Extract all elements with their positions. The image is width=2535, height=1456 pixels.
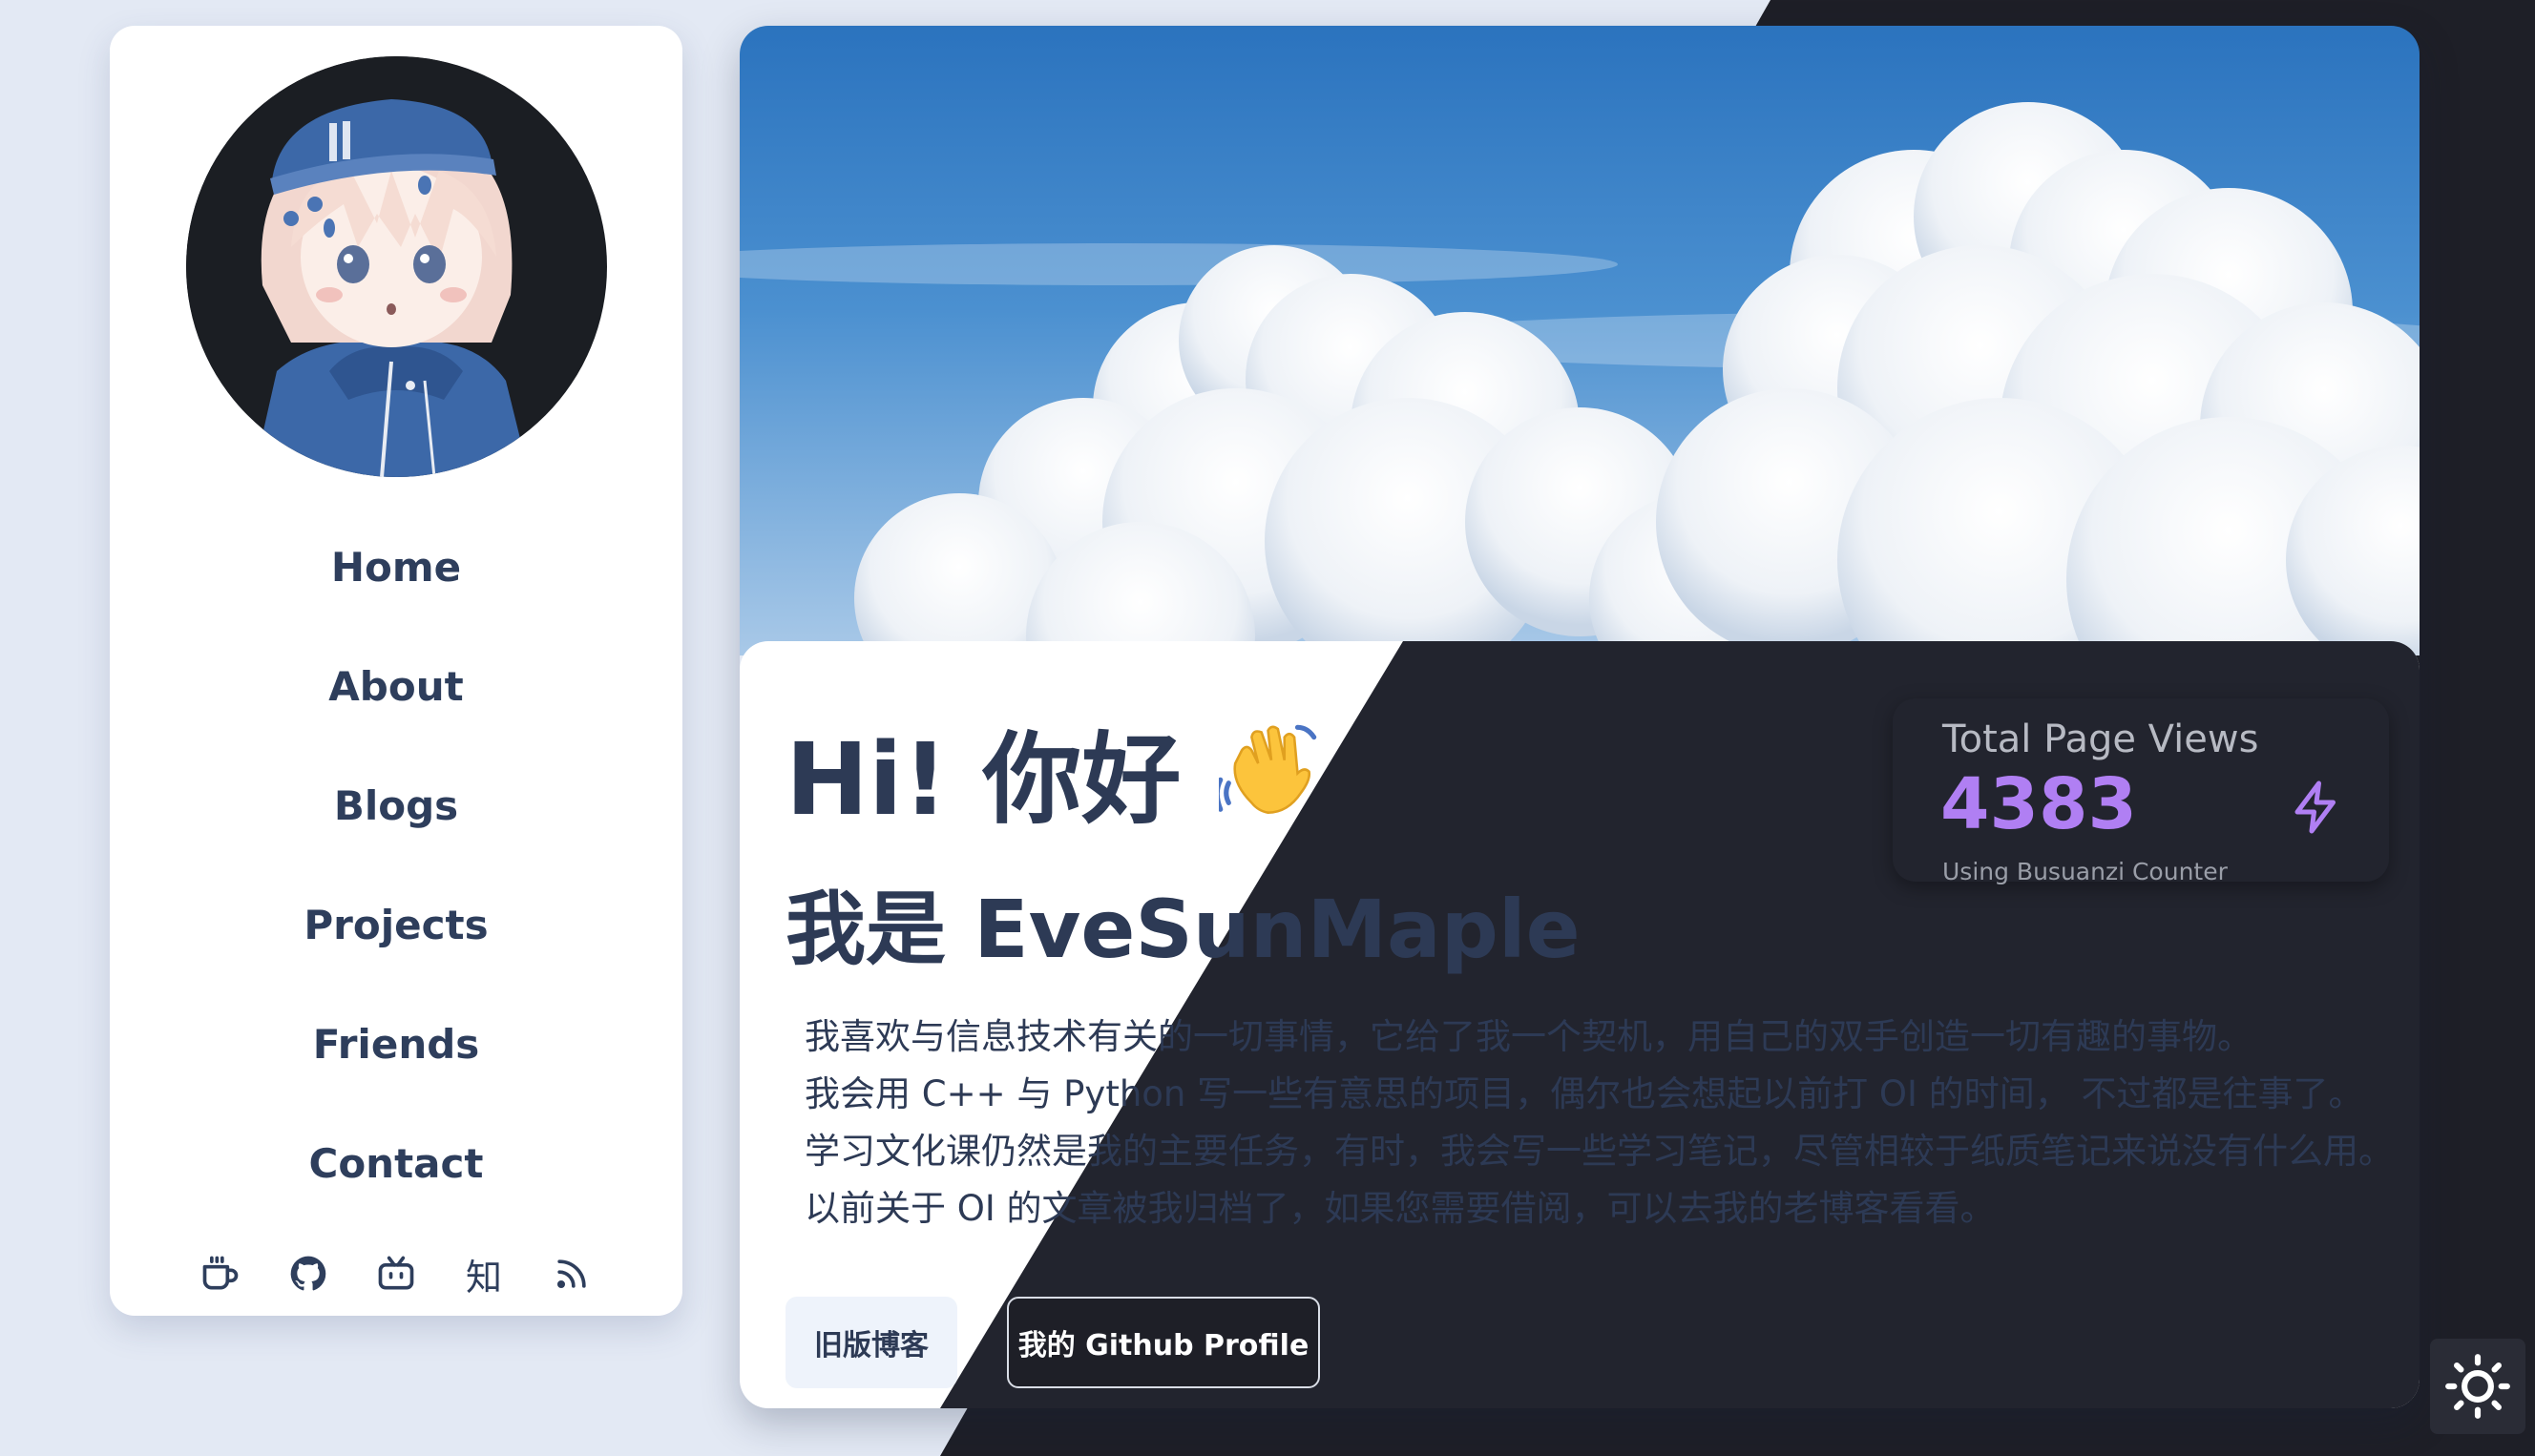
coffee-icon[interactable]: [199, 1252, 242, 1296]
zhihu-icon[interactable]: 知: [462, 1252, 506, 1299]
old-blog-button[interactable]: 旧版博客: [786, 1297, 957, 1388]
page-views-card: Total Page Views 4383 Using Busuanzi Cou…: [1893, 698, 2389, 885]
sidebar: Home About Blogs Projects Friends Contac…: [110, 26, 682, 1316]
hero-card: Hi! 你好 我是 EveSunMaple 我喜欢与信息技术有关的一切事情，它给…: [740, 26, 2420, 1408]
theme-toggle-button[interactable]: [2430, 1339, 2525, 1434]
nav-home[interactable]: Home: [110, 508, 682, 627]
nav-contact[interactable]: Contact: [110, 1104, 682, 1223]
lightning-bolt-icon: [2294, 780, 2336, 834]
bilibili-icon[interactable]: [374, 1252, 418, 1296]
rss-icon[interactable]: [550, 1252, 594, 1296]
stats-title: Total Page Views: [1942, 718, 2259, 761]
nav-friends[interactable]: Friends: [110, 985, 682, 1104]
bio-line: 学习文化课仍然是我的主要任务，有时，我会写一些学习笔记，尽管相较于纸质笔记来说没…: [805, 1131, 2394, 1172]
social-links: 知: [110, 1242, 682, 1305]
greeting-heading: Hi! 你好: [786, 708, 1324, 838]
bio-text: 我喜欢与信息技术有关的一切事情，它给了我一个契机，用自己的双手创造一切有趣的事物…: [805, 1009, 2394, 1238]
main-nav: Home About Blogs Projects Friends Contac…: [110, 508, 682, 1223]
github-icon[interactable]: [286, 1252, 330, 1296]
nav-blogs[interactable]: Blogs: [110, 746, 682, 865]
greeting-text: Hi! 你好: [786, 720, 1182, 838]
bio-line: 我喜欢与信息技术有关的一切事情，它给了我一个契机，用自己的双手创造一切有趣的事物…: [805, 1016, 2252, 1057]
sky-clouds-banner: [740, 26, 2420, 655]
nav-about[interactable]: About: [110, 627, 682, 746]
avatar[interactable]: [186, 56, 607, 477]
waving-hand-icon: [1219, 724, 1317, 814]
sun-icon: [2445, 1354, 2510, 1419]
nav-projects[interactable]: Projects: [110, 865, 682, 985]
github-profile-button[interactable]: 我的 Github Profile: [1007, 1297, 1320, 1388]
bio-line: 我会用 C++ 与 Python 写一些有意思的项目，偶尔也会想起以前打 OI …: [805, 1073, 2364, 1114]
intro-panel: Hi! 你好 我是 EveSunMaple 我喜欢与信息技术有关的一切事情，它给…: [740, 641, 2420, 1408]
bio-line: 以前关于 OI 的文章被我归档了，如果您需要借阅，可以去我的老博客看看。: [805, 1188, 1996, 1229]
stats-description: Using Busuanzi Counter: [1942, 858, 2228, 885]
intro-heading: 我是 EveSunMaple: [786, 883, 1581, 976]
stats-value: 4383: [1940, 763, 2137, 845]
